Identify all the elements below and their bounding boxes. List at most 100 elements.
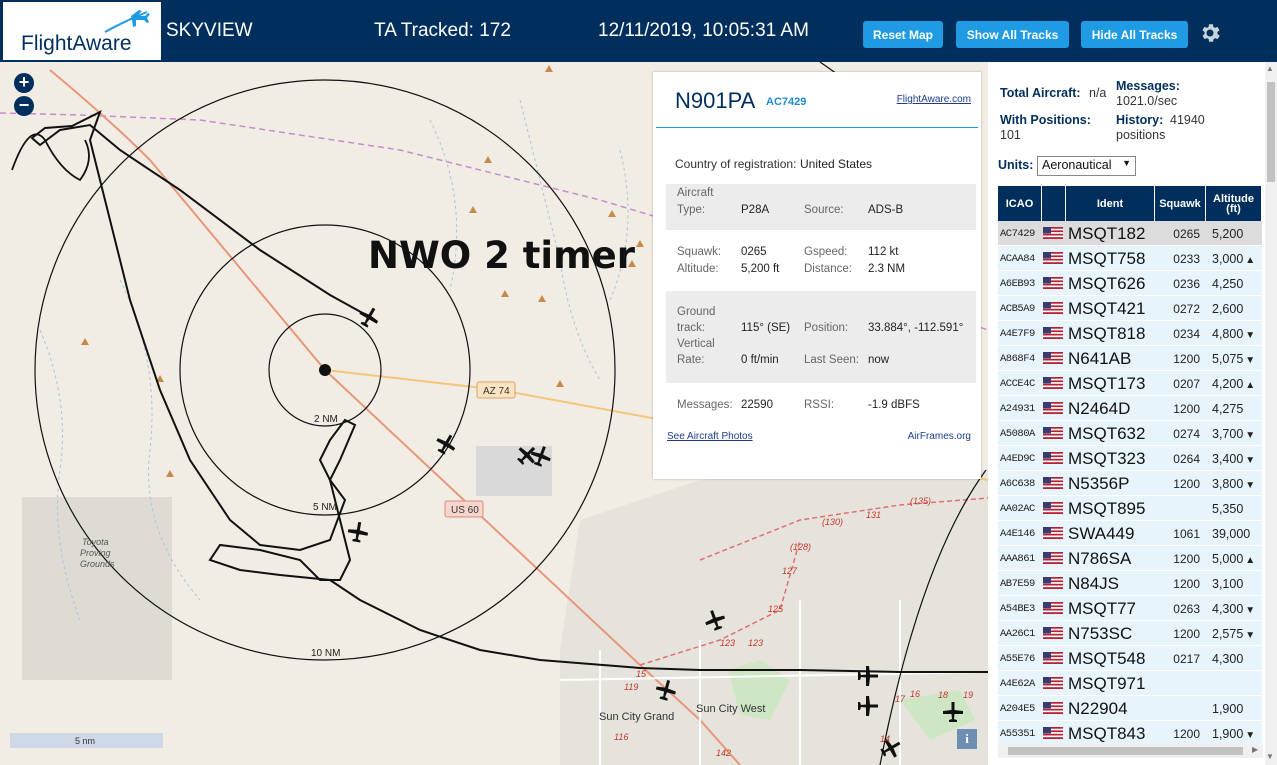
aircraft-icon[interactable] — [346, 520, 369, 543]
row-squawk: 1061 — [1173, 527, 1200, 541]
row-altitude-value: 4,300 — [1212, 602, 1244, 616]
row-altitude-value: 5,200 — [1212, 227, 1244, 241]
us-flag-icon — [1043, 402, 1063, 414]
table-row[interactable]: AA02AC MSQT895 5,350 — [998, 496, 1262, 521]
us-flag-icon — [1043, 702, 1063, 714]
proving-grounds-area — [22, 497, 172, 680]
table-row[interactable]: A24931 N2464D 1200 4,275 — [998, 396, 1262, 421]
altitude-trend-icon: ▲ — [1245, 255, 1256, 266]
column-header-squawk[interactable]: Squawk — [1155, 186, 1206, 221]
altitude-trend-icon: ▲ — [1245, 380, 1256, 391]
row-altitude: 3,400 ▼ — [1212, 452, 1255, 466]
airframes-link[interactable]: AirFrames.org — [908, 431, 971, 442]
altitude-trend-icon: ▼ — [1245, 330, 1256, 341]
table-row[interactable]: ACCE4C MSQT173 0207 4,200 ▲ — [998, 371, 1262, 396]
table-row[interactable]: A4E7F9 MSQT818 0234 4,800 ▼ — [998, 321, 1262, 346]
table-row[interactable]: AB7E59 N84JS 1200 3,100 — [998, 571, 1262, 596]
table-row[interactable]: ACB5A9 MSQT421 0272 2,600 — [998, 296, 1262, 321]
column-header-altitude[interactable]: Altitude (ft) — [1206, 186, 1262, 221]
zoom-out-button[interactable]: − — [14, 96, 34, 116]
route-label: 123 — [720, 638, 735, 648]
table-row[interactable]: A4E146 SWA449 1061 39,000 — [998, 521, 1262, 546]
last-seen-value: now — [868, 354, 890, 366]
table-row[interactable]: A55E76 MSQT548 0217 4,300 — [998, 646, 1262, 671]
messages-value: 22590 — [741, 399, 773, 411]
gspeed-value: 112 kt — [868, 246, 899, 258]
table-row[interactable]: AA26C1 N753SC 1200 2,575 ▼ — [998, 621, 1262, 646]
reset-map-button[interactable]: Reset Map — [863, 21, 943, 48]
scrollbar-thumb[interactable] — [1267, 82, 1275, 182]
table-row[interactable]: A6C638 N5356P 1200 3,800 ▼ — [998, 471, 1262, 496]
scroll-up-arrow[interactable]: ▲ — [1266, 64, 1274, 73]
squawk-label: Squawk: — [677, 246, 722, 258]
with-positions-value: 101 — [1000, 128, 1021, 142]
total-aircraft-value: n/a — [1089, 86, 1107, 100]
row-altitude-value: 2,600 — [1212, 302, 1244, 316]
annotation-text: NWO 2 timer — [368, 234, 636, 277]
gear-icon[interactable] — [1198, 21, 1222, 45]
altitude-trend-icon: ▲ — [1245, 555, 1256, 566]
row-ident: MSQT971 — [1068, 674, 1146, 693]
zoom-in-button[interactable]: + — [14, 73, 34, 93]
history-label: History: — [1116, 113, 1164, 127]
track-label: Ground — [677, 306, 716, 318]
row-icao: A204E5 — [1000, 703, 1035, 715]
table-row[interactable]: A4E62A MSQT971 — [998, 671, 1262, 696]
row-icao: A868F4 — [1000, 353, 1035, 365]
aircraft-icao-link[interactable]: AC7429 — [766, 96, 806, 108]
table-row[interactable]: A204E5 N22904 1,900 — [998, 696, 1262, 721]
scroll-down-arrow[interactable]: ▼ — [1266, 752, 1274, 761]
table-row[interactable]: A868F4 N641AB 1200 5,075 ▼ — [998, 346, 1262, 371]
show-all-tracks-button[interactable]: Show All Tracks — [956, 21, 1069, 48]
row-ident: MSQT323 — [1068, 449, 1146, 468]
row-ident: N2464D — [1068, 399, 1131, 418]
column-header-icao[interactable]: ICAO — [998, 186, 1042, 221]
history-value: 41940 — [1170, 113, 1205, 127]
map-info-button[interactable]: i — [957, 729, 977, 749]
flightaware-link[interactable]: FlightAware.com — [897, 94, 971, 105]
table-row[interactable]: AC7429 MSQT182 0265 5,200 — [998, 221, 1262, 246]
row-altitude: 5,075 ▼ — [1212, 352, 1255, 366]
row-altitude — [1212, 677, 1214, 691]
table-row[interactable]: AAA861 N786SA 1200 5,000 ▲ — [998, 546, 1262, 571]
row-altitude-value: 1,900 — [1212, 702, 1244, 716]
vertical-rate-label: Rate: — [677, 354, 705, 366]
row-ident: SWA449 — [1068, 524, 1135, 543]
row-ident: N84JS — [1068, 574, 1120, 593]
vertical-rate-label: Vertical — [677, 338, 715, 350]
table-row[interactable]: ACAA84 MSQT758 0233 3,000 ▲ — [998, 246, 1262, 271]
row-altitude: 4,300 ▼ — [1212, 602, 1255, 616]
scrollbar-thumb[interactable] — [1008, 747, 1243, 755]
route-label: (130) — [822, 517, 843, 527]
horizontal-scrollbar[interactable]: ▶ — [998, 744, 1263, 758]
route-label: 127 — [782, 566, 798, 576]
us-flag-icon — [1043, 252, 1063, 264]
table-row[interactable]: A54BE3 MSQT77 0263 4,300 ▼ — [998, 596, 1262, 621]
row-altitude: 5,000 ▲ — [1212, 552, 1255, 566]
row-icao: A24931 — [1000, 403, 1035, 415]
units-selected-value: Aeronautical — [1042, 158, 1112, 172]
popup-band — [666, 291, 976, 383]
table-row[interactable]: A5080A MSQT632 0274 3,700 ▼ — [998, 421, 1262, 446]
us-flag-icon — [1043, 552, 1063, 564]
aircraft-photos-link[interactable]: See Aircraft Photos — [667, 431, 753, 442]
rssi-value: -1.9 dBFS — [868, 399, 920, 411]
column-header-ident[interactable]: Ident — [1066, 186, 1155, 221]
messages-rate-label: Messages: — [1116, 79, 1180, 93]
row-ident: N753SC — [1068, 624, 1133, 643]
table-row[interactable]: A6EB93 MSQT626 0236 4,250 — [998, 271, 1262, 296]
route-label: 14 — [880, 734, 890, 744]
row-altitude-value: 39,000 — [1212, 527, 1251, 541]
us-flag-icon — [1043, 452, 1063, 464]
row-ident: MSQT895 — [1068, 499, 1146, 518]
route-label: (128) — [790, 542, 811, 552]
scroll-right-arrow[interactable]: ▶ — [1252, 745, 1258, 754]
row-squawk: 0234 — [1173, 327, 1200, 341]
table-row[interactable]: A55351 MSQT843 1200 1,900 ▼ — [998, 721, 1262, 746]
vertical-scrollbar[interactable]: ▲ ▼ — [1265, 62, 1277, 765]
flightaware-logo[interactable]: FlightAware — [3, 2, 161, 60]
units-dropdown[interactable]: Aeronautical ▼ — [1037, 156, 1136, 176]
row-squawk: 0264 — [1173, 452, 1200, 466]
table-row[interactable]: A4ED9C MSQT323 0264 3,400 ▼ — [998, 446, 1262, 471]
hide-all-tracks-button[interactable]: Hide All Tracks — [1081, 21, 1188, 48]
